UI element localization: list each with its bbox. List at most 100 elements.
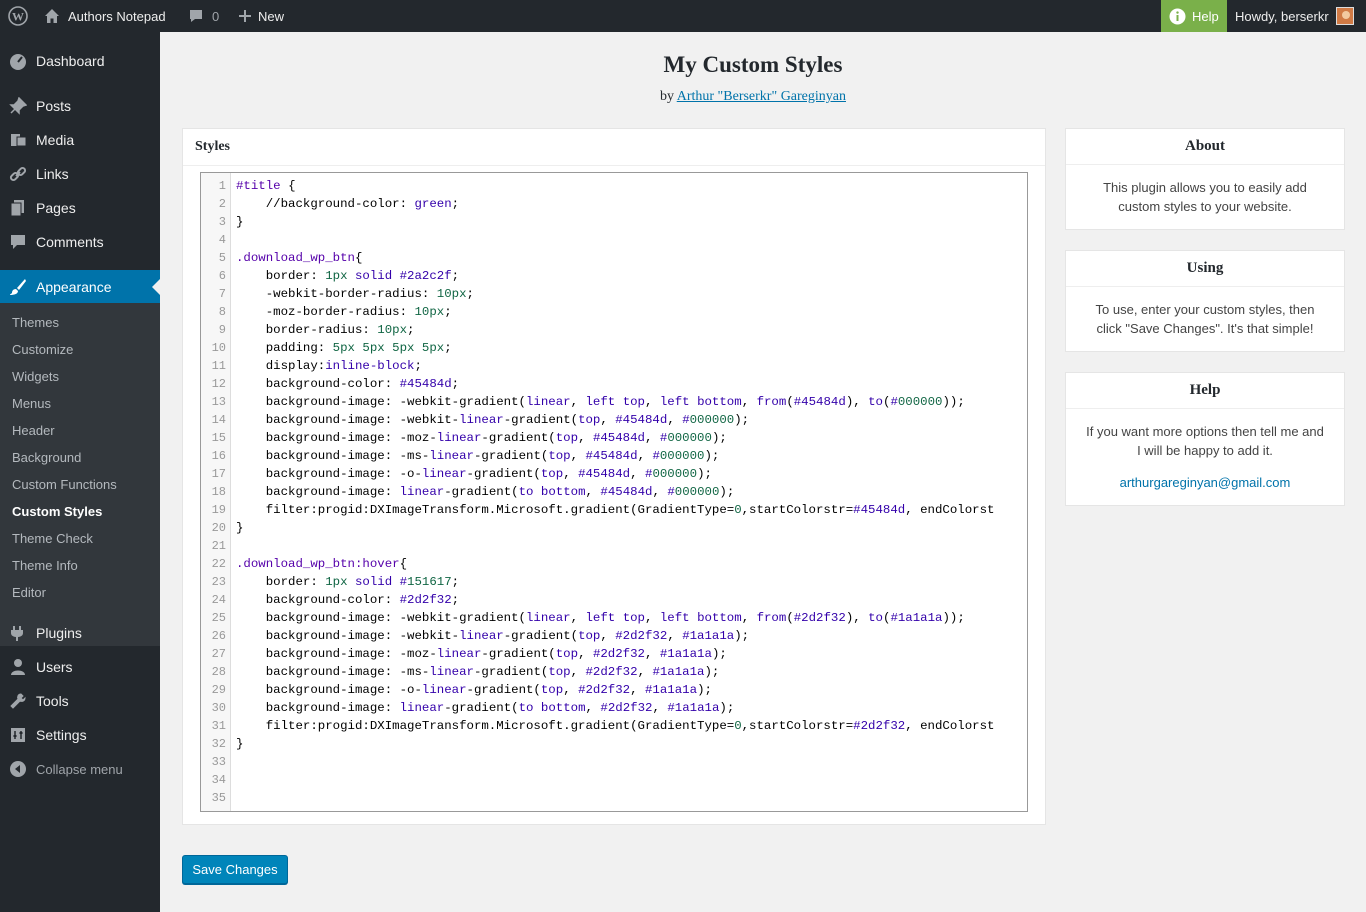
collapse-menu-button[interactable]: Collapse menu: [0, 754, 160, 784]
about-text: This plugin allows you to easily add cus…: [1103, 180, 1307, 214]
comments-link[interactable]: 0: [188, 0, 219, 32]
submenu-theme-check[interactable]: Theme Check: [12, 525, 93, 552]
site-name-label: Authors Notepad: [68, 8, 166, 24]
menu-appearance[interactable]: Appearance: [0, 270, 160, 304]
using-heading: Using: [1066, 251, 1344, 287]
line-number: 10: [211, 341, 226, 355]
code-line: padding: 5px 5px 5px 5px;: [236, 341, 452, 355]
menu-links-label: Links: [36, 166, 69, 182]
code-line: background-image: -o-linear-gradient(top…: [236, 683, 712, 697]
submenu-custom-styles[interactable]: Custom Styles: [12, 498, 102, 525]
help-panel: Help If you want more options then tell …: [1065, 372, 1345, 506]
svg-text:W: W: [12, 10, 24, 24]
code-line: background-image: -webkit-linear-gradien…: [236, 413, 750, 427]
menu-posts-label: Posts: [36, 98, 72, 114]
code-line: background-image: -moz-linear-gradient(t…: [236, 431, 727, 445]
code-line: background-image: -ms-linear-gradient(to…: [236, 665, 720, 679]
admin-sidebar: Dashboard Posts Media Links Pages Commen…: [0, 32, 160, 912]
code-line: background-image: -o-linear-gradient(top…: [236, 467, 712, 481]
line-number: 25: [211, 611, 226, 625]
line-number: 23: [211, 575, 226, 589]
help-button[interactable]: Help: [1161, 0, 1227, 32]
line-number: 7: [218, 287, 226, 301]
howdy-label: Howdy, berserkr: [1235, 8, 1329, 24]
code-line: }: [236, 215, 244, 229]
site-name-link[interactable]: Authors Notepad: [44, 0, 166, 32]
line-number: 18: [211, 485, 226, 499]
line-number: 29: [211, 683, 226, 697]
menu-tools[interactable]: Tools: [0, 684, 160, 718]
about-heading: About: [1066, 129, 1344, 165]
line-number: 3: [218, 215, 226, 229]
code-line: background-image: -webkit-gradient(linea…: [236, 395, 965, 409]
code-line: border: 1px solid #2a2c2f;: [236, 269, 460, 283]
code-line: background-color: #45484d;: [236, 377, 460, 391]
submenu-custom-functions[interactable]: Custom Functions: [12, 471, 117, 498]
code-line: //background-color: green;: [236, 197, 460, 211]
menu-posts[interactable]: Posts: [0, 89, 160, 123]
link-icon: [0, 165, 36, 183]
pages-icon: [0, 199, 36, 217]
line-number: 34: [211, 773, 226, 787]
code-line: background-image: -ms-linear-gradient(to…: [236, 449, 720, 463]
home-icon: [45, 9, 59, 23]
line-number: 14: [211, 413, 226, 427]
line-number: 20: [211, 521, 226, 535]
help-text: If you want more options then tell me an…: [1086, 424, 1324, 458]
menu-plugins-label: Plugins: [36, 625, 82, 641]
new-content-link[interactable]: New: [238, 0, 284, 32]
menu-tools-label: Tools: [36, 693, 69, 709]
styles-heading: Styles: [183, 129, 1045, 166]
settings-icon: [0, 726, 36, 744]
submenu-widgets[interactable]: Widgets: [12, 363, 59, 390]
save-changes-button[interactable]: Save Changes: [182, 855, 288, 884]
line-number: 2: [218, 197, 226, 211]
author-link[interactable]: Arthur "Berserkr" Gareginyan: [677, 89, 846, 104]
admin-bar: W Authors Notepad 0 New Help Howdy, bers…: [0, 0, 1366, 32]
menu-media[interactable]: Media: [0, 123, 160, 157]
collapse-menu-label: Collapse menu: [36, 761, 123, 777]
menu-links[interactable]: Links: [0, 157, 160, 191]
comment-bubble-icon: [190, 10, 202, 22]
line-number-gutter: 1 2 3 4 5 6 7 8 9 10 11 12 13 14 15 16 17 18 19 20 21 22 23 24 2…: [201, 173, 231, 811]
line-number: 16: [211, 449, 226, 463]
menu-users-label: Users: [36, 659, 73, 675]
line-number: 11: [211, 359, 226, 373]
submenu-theme-info[interactable]: Theme Info: [12, 552, 78, 579]
account-menu[interactable]: Howdy, berserkr: [1235, 0, 1354, 32]
line-number: 17: [211, 467, 226, 481]
wordpress-logo-icon[interactable]: W: [8, 0, 30, 32]
menu-comments[interactable]: Comments: [0, 225, 160, 259]
line-number: 21: [211, 539, 226, 553]
submenu-editor[interactable]: Editor: [12, 579, 46, 606]
plus-icon: [239, 10, 251, 22]
menu-pages[interactable]: Pages: [0, 191, 160, 225]
line-number: 26: [211, 629, 226, 643]
menu-users[interactable]: Users: [0, 650, 160, 684]
submenu-customize[interactable]: Customize: [12, 336, 73, 363]
byline-prefix: by: [660, 89, 674, 104]
submenu-themes[interactable]: Themes: [12, 309, 59, 336]
code-line: display:inline-block;: [236, 359, 422, 373]
appearance-submenu: Themes Customize Widgets Menus Header Ba…: [0, 303, 160, 646]
line-number: 22: [211, 557, 226, 571]
line-number: 32: [211, 737, 226, 751]
line-number: 27: [211, 647, 226, 661]
code-editor[interactable]: 1 2 3 4 5 6 7 8 9 10 11 12 13 14 15 16 17 18 19 20 21 22 23 24 2…: [200, 172, 1028, 812]
help-heading: Help: [1066, 373, 1344, 409]
submenu-background[interactable]: Background: [12, 444, 81, 471]
menu-dashboard[interactable]: Dashboard: [0, 44, 160, 78]
submenu-header[interactable]: Header: [12, 417, 55, 444]
menu-pages-label: Pages: [36, 200, 76, 216]
email-link[interactable]: arthurgareginyan@gmail.com: [1120, 475, 1291, 490]
help-label: Help: [1192, 8, 1219, 24]
line-number: 4: [218, 233, 226, 247]
pushpin-icon: [0, 97, 36, 115]
menu-plugins[interactable]: Plugins: [0, 616, 160, 650]
line-number: 19: [211, 503, 226, 517]
submenu-menus[interactable]: Menus: [12, 390, 51, 417]
code-line: -moz-border-radius: 10px;: [236, 305, 452, 319]
styles-panel: Styles 1 2 3 4 5 6 7 8 9 10 11 12 13 14 15 16 17 18 19 20 21…: [182, 128, 1046, 825]
code-line: background-image: linear-gradient(to bot…: [236, 485, 735, 499]
menu-settings[interactable]: Settings: [0, 718, 160, 752]
